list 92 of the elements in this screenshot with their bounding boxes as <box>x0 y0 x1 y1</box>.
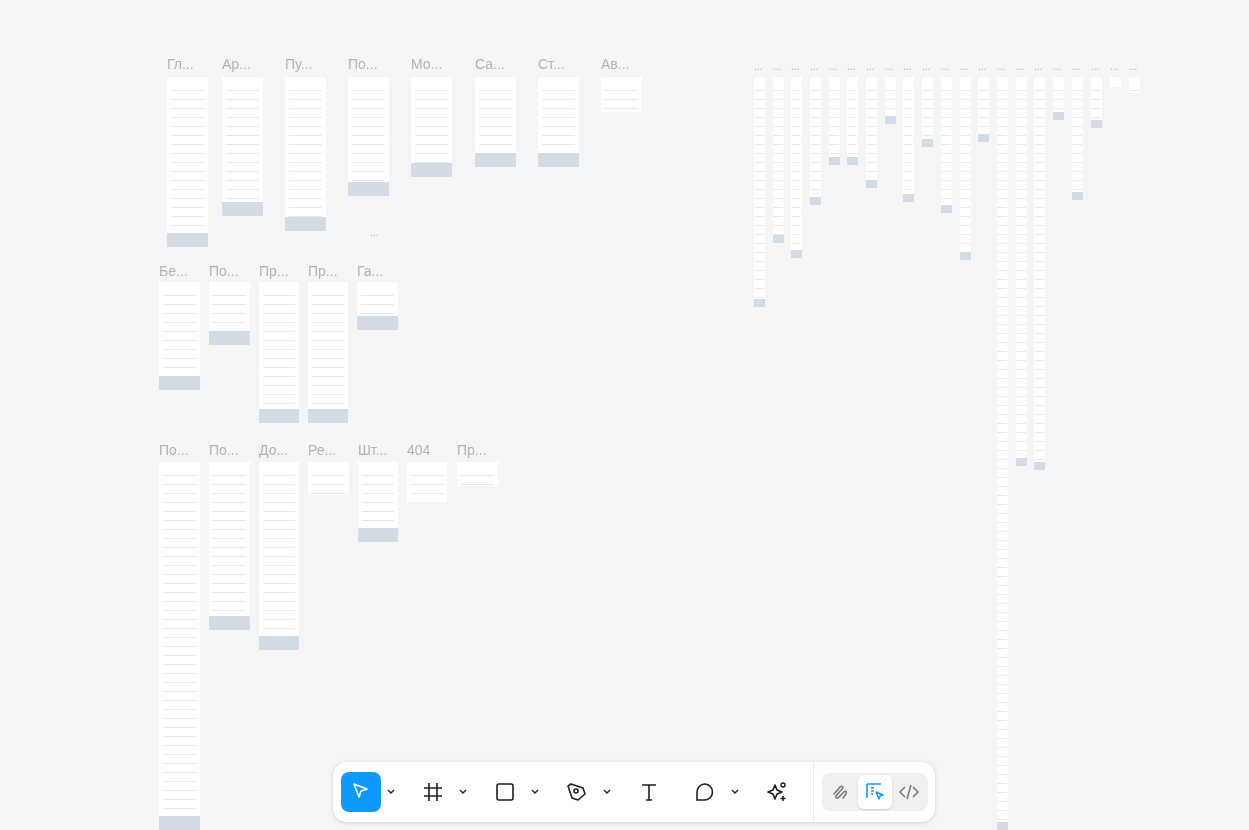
frame-label[interactable]: ... <box>997 62 1006 72</box>
page-thumbnail[interactable] <box>997 77 1008 830</box>
frame-label[interactable]: ... <box>1072 62 1081 72</box>
frame-label[interactable]: ... <box>370 228 379 238</box>
page-thumbnail[interactable] <box>1091 77 1102 128</box>
page-thumbnail[interactable] <box>922 77 933 147</box>
page-thumbnail[interactable] <box>159 462 200 830</box>
frame-label[interactable]: Шт... <box>358 443 388 457</box>
frame-label[interactable]: Пр... <box>259 264 289 278</box>
frame-label[interactable]: Ре... <box>308 443 337 457</box>
frame-label[interactable]: ... <box>978 62 987 72</box>
page-thumbnail[interactable] <box>866 77 877 188</box>
sparkle-icon <box>765 780 789 804</box>
frame-label[interactable]: ... <box>1129 62 1138 72</box>
page-thumbnail[interactable] <box>1053 77 1064 120</box>
frame-label[interactable]: Пр... <box>457 443 487 457</box>
page-thumbnail[interactable] <box>348 77 389 196</box>
page-thumbnail[interactable] <box>358 462 398 542</box>
page-thumbnail[interactable] <box>159 282 200 390</box>
page-thumbnail[interactable] <box>1034 77 1045 470</box>
frame-label[interactable]: ... <box>791 62 800 72</box>
chevron-down-icon <box>531 789 539 795</box>
frame-label[interactable]: ... <box>903 62 912 72</box>
frame-label[interactable]: ... <box>810 62 819 72</box>
page-thumbnail[interactable] <box>754 77 765 307</box>
frame-label[interactable]: Ав... <box>601 57 630 71</box>
chevron-down-icon <box>459 789 467 795</box>
frame-label[interactable]: ... <box>1053 62 1062 72</box>
square-icon <box>493 780 517 804</box>
page-thumbnail[interactable] <box>960 77 971 260</box>
page-thumbnail[interactable] <box>209 282 250 345</box>
frame-label[interactable]: Бе... <box>159 264 188 278</box>
page-thumbnail[interactable] <box>457 462 498 486</box>
frame-label[interactable]: ... <box>773 62 782 72</box>
page-thumbnail[interactable] <box>978 77 989 142</box>
page-thumbnail[interactable] <box>259 282 299 423</box>
chevron-down-icon <box>387 789 395 795</box>
page-thumbnail[interactable] <box>411 77 452 177</box>
frame-label[interactable]: Ар... <box>222 57 251 71</box>
frame-label[interactable]: 404 <box>407 443 431 457</box>
page-thumbnail[interactable] <box>773 77 784 243</box>
frame-label[interactable]: ... <box>866 62 875 72</box>
page-thumbnail[interactable] <box>407 462 447 502</box>
frame-label[interactable]: По... <box>209 264 239 278</box>
page-thumbnail[interactable] <box>209 462 250 630</box>
page-thumbnail[interactable] <box>903 77 914 202</box>
page-thumbnail[interactable] <box>791 77 802 258</box>
page-thumbnail[interactable] <box>259 462 299 650</box>
frame-label[interactable]: Га... <box>357 264 384 278</box>
page-thumbnail[interactable] <box>1129 77 1140 93</box>
frame-label[interactable]: До... <box>259 443 289 457</box>
frame-label[interactable]: Ст... <box>538 57 565 71</box>
frame-label[interactable]: ... <box>1110 62 1119 72</box>
chevron-down-icon <box>603 789 611 795</box>
frame-label[interactable]: ... <box>941 62 950 72</box>
frame-label[interactable]: ... <box>960 62 969 72</box>
page-thumbnail[interactable] <box>357 282 398 330</box>
page-thumbnail[interactable] <box>941 77 952 213</box>
page-thumbnail[interactable] <box>167 77 208 247</box>
page-thumbnail[interactable] <box>1016 77 1027 466</box>
frame-label[interactable]: ... <box>1016 62 1025 72</box>
frame-label[interactable]: По... <box>159 443 189 457</box>
page-thumbnail[interactable] <box>308 462 349 495</box>
frame-label[interactable]: ... <box>885 62 894 72</box>
frame-label[interactable]: Гл... <box>167 57 194 71</box>
page-thumbnail[interactable] <box>601 77 642 112</box>
pen-icon <box>565 780 589 804</box>
frame-label[interactable]: Са... <box>475 57 505 71</box>
page-thumbnail[interactable] <box>1072 77 1083 200</box>
frame-label[interactable]: Пр... <box>308 264 338 278</box>
frame-label[interactable]: ... <box>1091 62 1100 72</box>
mode-button[interactable] <box>858 775 892 809</box>
page-thumbnail[interactable] <box>308 282 348 423</box>
page-thumbnail[interactable] <box>885 77 896 124</box>
page-thumbnail[interactable] <box>847 77 858 165</box>
frame-label[interactable]: ... <box>754 62 763 72</box>
page-thumbnail[interactable] <box>810 77 821 205</box>
frame-label[interactable]: По... <box>209 443 239 457</box>
frame-label[interactable]: Пу... <box>285 57 313 71</box>
frame-label[interactable]: ... <box>922 62 931 72</box>
page-thumbnail[interactable] <box>475 77 516 167</box>
page-thumbnail[interactable] <box>285 77 326 231</box>
frame-label[interactable]: Мо... <box>411 57 443 71</box>
frame-label[interactable]: ... <box>829 62 838 72</box>
page-thumbnail[interactable] <box>538 77 579 167</box>
frame-label[interactable]: ... <box>847 62 856 72</box>
page-thumbnail[interactable] <box>829 77 840 165</box>
page-thumbnail[interactable] <box>222 77 263 216</box>
hash-icon <box>421 780 445 804</box>
chevron-down-icon <box>731 789 739 795</box>
frame-label[interactable]: ... <box>1034 62 1043 72</box>
frame-label[interactable]: По... <box>348 57 378 71</box>
